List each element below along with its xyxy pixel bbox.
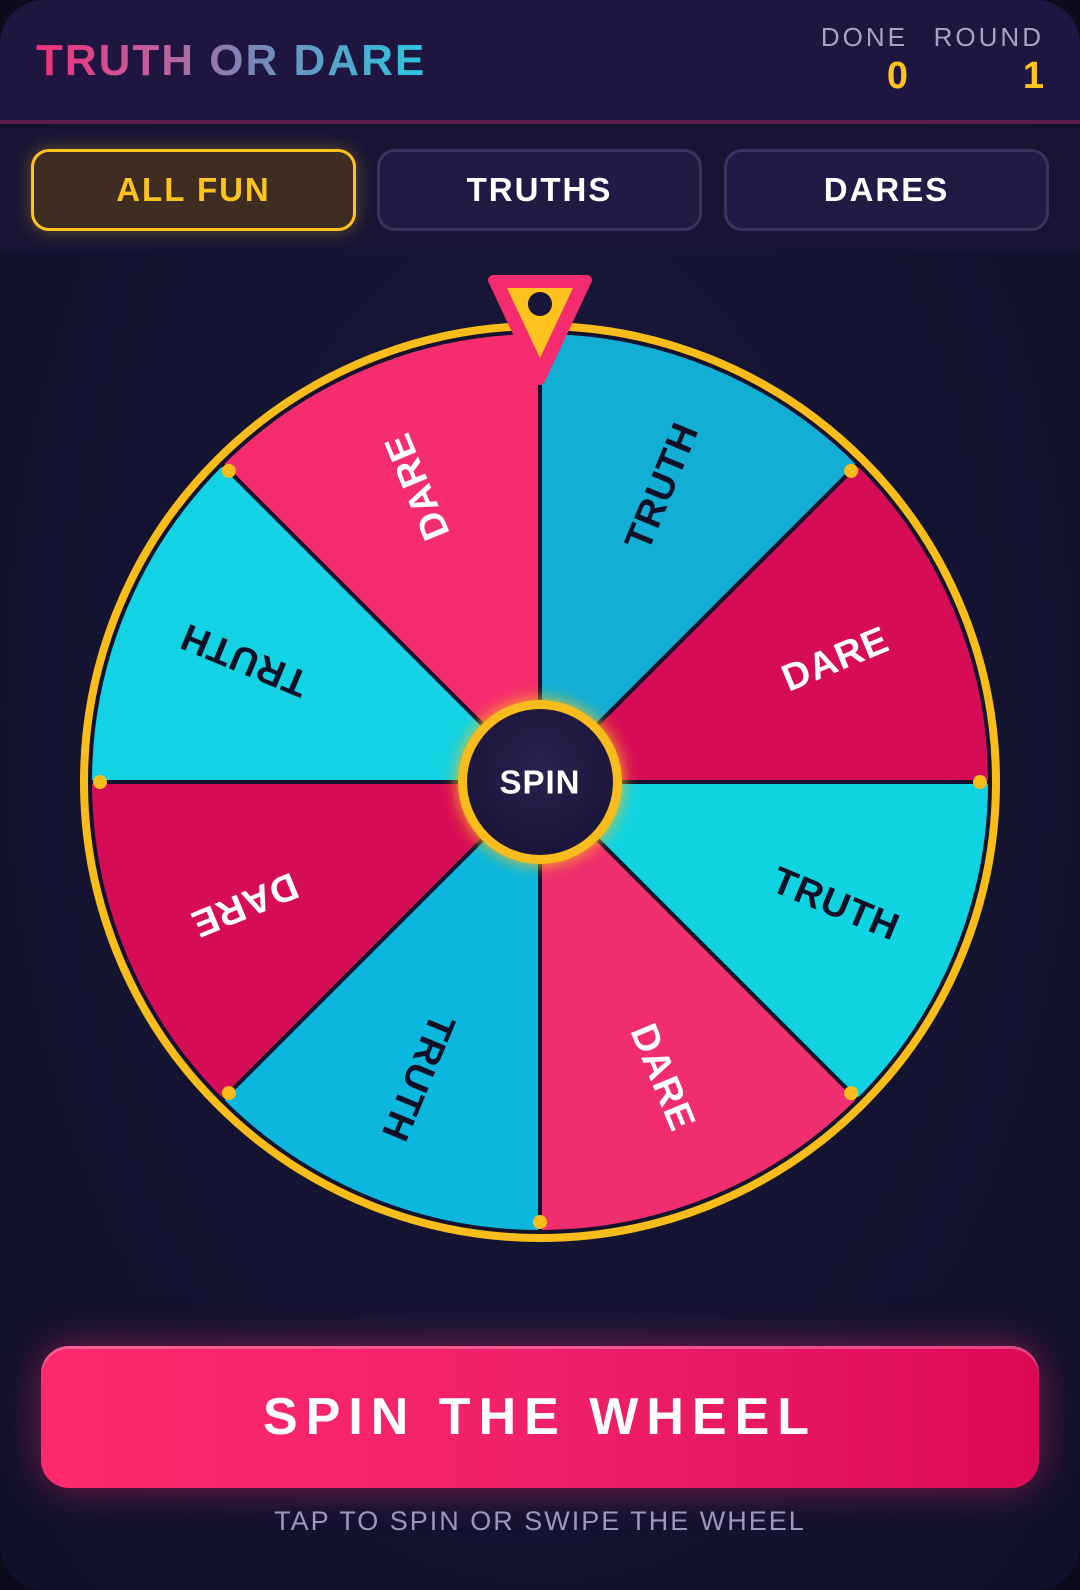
tab-dares[interactable]: DARES — [724, 149, 1049, 231]
spin-hint: TAP TO SPIN OR SWIPE THE WHEEL — [274, 1506, 806, 1536]
spin-hub[interactable]: SPIN — [458, 700, 622, 864]
rim-dot — [973, 775, 987, 789]
wheel[interactable]: TRUTHDARETRUTHDARETRUTHDARETRUTHDARE SPI… — [0, 252, 1080, 1252]
spin-hub-label[interactable]: SPIN — [499, 764, 580, 801]
game-screen: TRUTH OR DARE DONE 0 ROUND 1 ALL FUN TRU… — [0, 0, 1080, 1590]
rim-dot — [844, 463, 859, 478]
round-label: ROUND — [933, 22, 1044, 52]
spin-the-wheel-button[interactable]: SPIN THE WHEEL — [41, 1346, 1039, 1488]
done-counter: DONE 0 — [821, 22, 908, 98]
rim-dot — [844, 1086, 859, 1101]
rim-dot — [533, 1215, 547, 1229]
rim-dot — [221, 1086, 236, 1101]
round-value: 1 — [1022, 55, 1044, 97]
header: TRUTH OR DARE DONE 0 ROUND 1 — [0, 0, 1080, 124]
tab-truths[interactable]: TRUTHS — [377, 149, 702, 231]
game-title: TRUTH OR DARE — [36, 36, 427, 85]
done-label: DONE — [820, 22, 908, 52]
tab-all-fun[interactable]: ALL FUN — [31, 149, 356, 231]
done-value: 0 — [886, 55, 908, 97]
rim-dot — [93, 775, 107, 789]
rim-dot — [221, 463, 236, 478]
round-counter: ROUND 1 — [934, 22, 1044, 98]
filter-tabs: ALL FUN TRUTHS DARES — [0, 128, 1080, 252]
